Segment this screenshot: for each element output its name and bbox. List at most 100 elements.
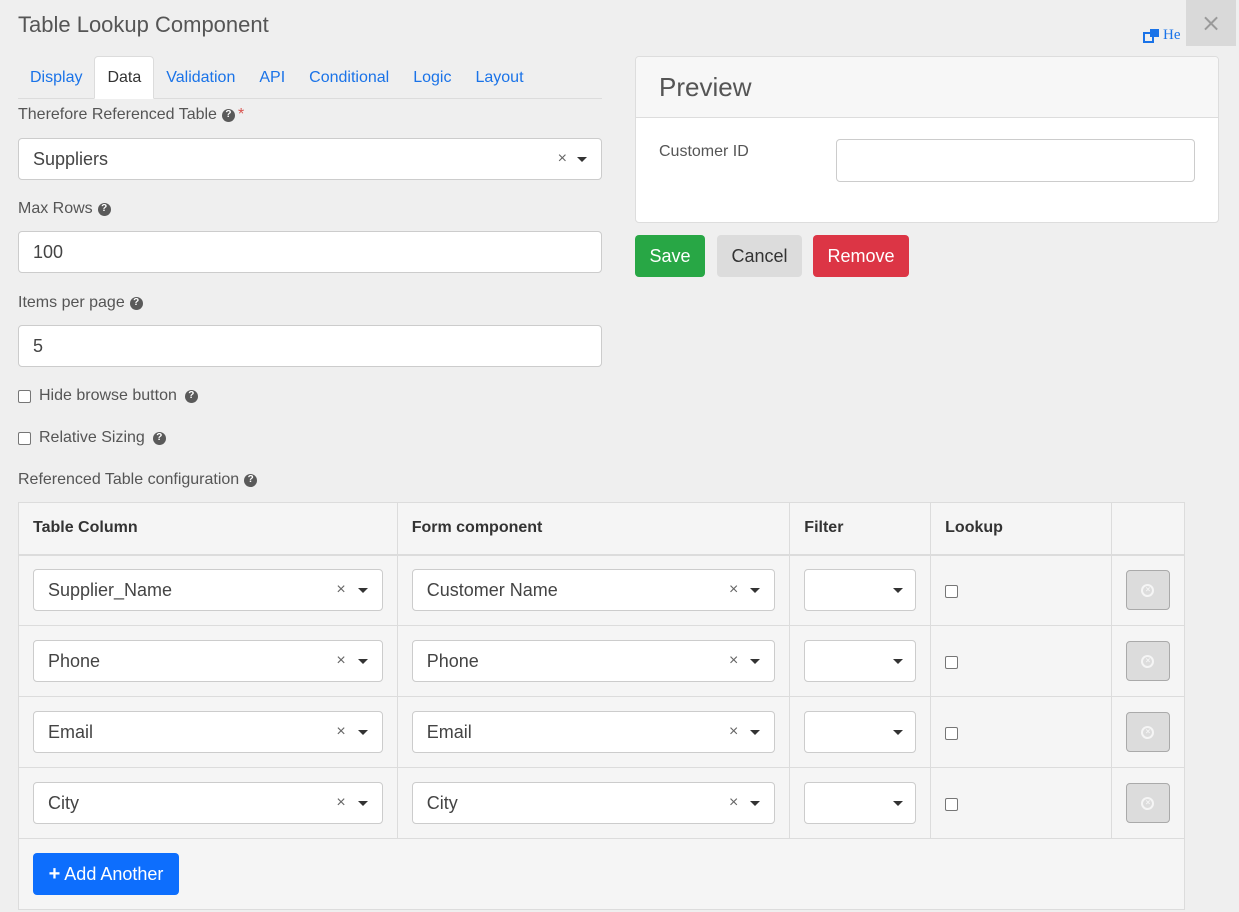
help-icon[interactable]: ? (152, 431, 166, 445)
add-another-button[interactable]: + Add Another (33, 853, 179, 895)
chevron-down-icon (357, 587, 368, 593)
add-another-label: Add Another (64, 863, 164, 884)
table-row: Phone × Phone × × (18, 625, 1186, 697)
chevron-down-icon (893, 800, 904, 806)
relative-sizing-row: Relative Sizing ? (18, 429, 166, 447)
lookup-checkbox[interactable] (945, 798, 959, 811)
remove-circle-icon: × (1141, 725, 1155, 739)
hide-browse-checkbox[interactable] (18, 389, 31, 403)
remove-row-button[interactable]: × (1125, 570, 1170, 611)
tab-conditional[interactable]: Conditional (297, 56, 401, 99)
table-row: Supplier_Name × Customer Name × × (18, 554, 1186, 626)
lookup-checkbox[interactable] (945, 656, 959, 669)
relative-sizing-checkbox[interactable] (18, 431, 31, 445)
remove-row-button[interactable]: × (1125, 783, 1170, 823)
remove-row-button[interactable]: × (1125, 641, 1170, 681)
help-icon[interactable]: ? (129, 296, 143, 310)
remove-row-button[interactable]: × (1125, 712, 1170, 752)
table-column-value: Phone (48, 650, 101, 671)
chevron-down-icon (357, 729, 368, 735)
table-column-select[interactable]: Supplier_Name × (33, 569, 383, 612)
relative-sizing-label: Relative Sizing (39, 429, 145, 446)
remove-circle-icon: × (1141, 796, 1155, 810)
table-column-select[interactable]: Email × (33, 711, 383, 753)
chevron-down-icon (893, 658, 904, 664)
help-label: He (1163, 27, 1181, 43)
table-row: City × City × × (18, 767, 1186, 839)
clear-icon[interactable]: × (729, 794, 738, 812)
table-column-select[interactable]: Phone × (33, 640, 383, 682)
config-label-text: Referenced Table configuration (18, 471, 240, 488)
config-label: Referenced Table configuration ? (18, 471, 258, 489)
hide-browse-label: Hide browse button (39, 387, 177, 404)
clear-icon[interactable]: × (729, 652, 738, 670)
clear-icon[interactable]: × (336, 794, 345, 812)
tab-bar: Display Data Validation API Conditional … (18, 56, 602, 99)
tab-layout[interactable]: Layout (463, 56, 535, 99)
help-icon[interactable]: ? (244, 473, 258, 487)
filter-select[interactable] (804, 569, 917, 612)
clear-icon[interactable]: × (336, 581, 345, 599)
items-per-page-label: Items per page ? (18, 294, 143, 312)
preview-panel: Preview Customer ID (635, 56, 1219, 223)
lookup-checkbox[interactable] (945, 585, 959, 599)
chevron-down-icon (577, 156, 587, 162)
preview-field-label: Customer ID (659, 143, 749, 160)
table-column-value: City (48, 792, 79, 813)
form-component-select[interactable]: City × (411, 782, 776, 824)
save-button[interactable]: Save (635, 235, 705, 277)
tab-validation[interactable]: Validation (154, 56, 247, 99)
clear-icon[interactable]: × (558, 150, 567, 168)
tab-data[interactable]: Data (94, 56, 155, 99)
close-button[interactable]: × (1186, 0, 1236, 46)
help-icon[interactable]: ? (97, 202, 111, 216)
form-component-select[interactable]: Customer Name × (411, 569, 776, 612)
tab-api[interactable]: API (247, 56, 297, 99)
table-column-value: Email (48, 721, 94, 742)
dialog-title: Table Lookup Component (18, 12, 269, 37)
table-column-select[interactable]: City × (33, 782, 383, 824)
referenced-table-label: Therefore Referenced Table ? * (18, 106, 244, 124)
chevron-down-icon (893, 587, 904, 593)
cancel-button[interactable]: Cancel (717, 235, 802, 277)
form-component-select[interactable]: Phone × (411, 640, 776, 682)
required-marker: * (237, 106, 245, 123)
items-per-page-label-text: Items per page (18, 294, 125, 311)
filter-select[interactable] (804, 711, 917, 753)
remove-circle-icon: × (1141, 654, 1155, 668)
preview-title: Preview (636, 57, 1218, 118)
referenced-table-label-text: Therefore Referenced Table (18, 106, 217, 123)
form-component-value: City (426, 792, 458, 813)
chevron-down-icon (750, 658, 761, 664)
items-per-page-value: 5 (33, 335, 44, 356)
remove-button[interactable]: Remove (813, 235, 909, 277)
tab-logic[interactable]: Logic (401, 56, 463, 99)
clear-icon[interactable]: × (729, 723, 738, 741)
filter-select[interactable] (804, 640, 917, 682)
form-component-value: Phone (426, 650, 479, 671)
header-lookup: Lookup (930, 502, 1112, 556)
help-icon[interactable]: ? (221, 108, 235, 122)
remove-circle-icon: × (1141, 583, 1155, 597)
help-link[interactable]: He (1143, 27, 1181, 44)
max-rows-input[interactable]: 100 (18, 231, 602, 273)
table-column-value: Supplier_Name (48, 579, 173, 600)
chevron-down-icon (357, 658, 368, 664)
clear-icon[interactable]: × (336, 723, 345, 741)
form-component-select[interactable]: Email × (411, 711, 776, 753)
form-component-value: Customer Name (426, 579, 558, 600)
referenced-table-select[interactable]: Suppliers × (18, 138, 602, 180)
max-rows-label-text: Max Rows (18, 200, 93, 217)
customer-id-input[interactable] (836, 139, 1195, 182)
chevron-down-icon (357, 800, 368, 806)
chevron-down-icon (750, 587, 761, 593)
help-icon[interactable]: ? (184, 389, 198, 403)
clear-icon[interactable]: × (336, 652, 345, 670)
clear-icon[interactable]: × (729, 581, 738, 599)
items-per-page-input[interactable]: 5 (18, 325, 602, 367)
plus-icon: + (48, 862, 61, 885)
filter-select[interactable] (804, 782, 917, 824)
external-link-icon (1143, 29, 1159, 43)
tab-display[interactable]: Display (18, 56, 94, 99)
lookup-checkbox[interactable] (945, 727, 959, 740)
